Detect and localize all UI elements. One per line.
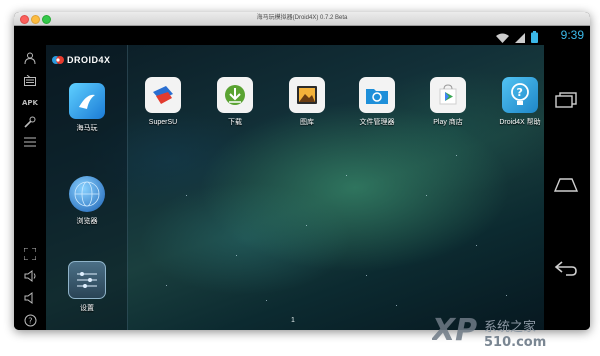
android-status-bar: 9:39 [14, 26, 590, 45]
volume-up-icon[interactable] [21, 267, 39, 285]
recent-apps-icon[interactable] [551, 89, 581, 111]
svg-text:?: ? [517, 86, 523, 99]
page-indicator: 1 [291, 317, 295, 324]
help-bulb-icon: ? [502, 77, 538, 113]
apk-install-icon[interactable]: APK [21, 93, 39, 111]
svg-text:APK: APK [22, 99, 38, 107]
status-clock: 9:39 [560, 28, 584, 42]
app-label: Droid4X 帮助 [499, 119, 541, 126]
shortcut-label: 浏览器 [76, 218, 98, 225]
window-titlebar: 海马玩模拟器(Droid4X) 0.7.2 Beta [14, 12, 590, 26]
shortcut-label: 设置 [80, 305, 94, 312]
app-file-manager[interactable]: 文件管理器 [347, 77, 407, 127]
browser-globe-icon [69, 176, 105, 212]
droid4x-logo-icon [52, 56, 64, 64]
app-play-store[interactable]: Play 商店 [418, 77, 478, 127]
svg-text:510.com: 510.com [484, 335, 546, 350]
download-arrow-icon [217, 77, 253, 113]
xp510-watermark-logo: XP 系统之家 510.com [432, 313, 546, 350]
app-droid4x-help[interactable]: ? Droid4X 帮助 [490, 77, 544, 127]
help-icon[interactable]: ? [21, 311, 39, 329]
app-supersu[interactable]: SuperSU [133, 77, 193, 127]
shortcut-browser[interactable]: 浏览器 [57, 176, 117, 226]
haimawan-app-icon [69, 83, 105, 119]
shortcut-label: 海马玩 [76, 125, 98, 132]
window-title: 海马玩模拟器(Droid4X) 0.7.2 Beta [256, 15, 348, 21]
brand-text: DROID4X [67, 55, 111, 65]
gallery-image-icon [289, 77, 325, 113]
supersu-icon [145, 77, 181, 113]
back-icon[interactable] [551, 257, 581, 279]
fullscreen-icon[interactable] [21, 245, 39, 263]
folder-icon [359, 77, 395, 113]
app-gallery[interactable]: 图库 [277, 77, 337, 127]
settings-sliders-icon [68, 261, 106, 299]
svg-text:?: ? [28, 316, 32, 325]
app-label: Play 商店 [433, 119, 463, 126]
android-home-screen: DROID4X 海马玩 浏览器 设置 SuperSU 下载 图库 文件管理器 P… [46, 45, 544, 330]
app-downloads[interactable]: 下载 [205, 77, 265, 127]
droid4x-logo: DROID4X [52, 54, 111, 66]
site-watermark: XP 系统之家 510.com [432, 310, 592, 352]
svg-text:系统之家: 系统之家 [484, 319, 536, 335]
keyboard-icon[interactable] [21, 71, 39, 89]
android-nav-bar [544, 45, 590, 330]
emulator-window: 海马玩模拟器(Droid4X) 0.7.2 Beta 9:39 APK ? DR… [14, 12, 590, 330]
tool-sidebar: APK ? [14, 45, 46, 330]
shortcut-settings[interactable]: 设置 [57, 261, 117, 313]
app-label: SuperSU [148, 119, 178, 126]
app-label: 图库 [300, 119, 314, 126]
svg-text:XP: XP [432, 313, 477, 348]
settings-wrench-icon[interactable] [21, 113, 39, 131]
volume-down-icon[interactable] [21, 289, 39, 307]
account-icon[interactable] [21, 49, 39, 67]
app-label: 文件管理器 [359, 119, 395, 126]
shortcut-panel: DROID4X 海马玩 浏览器 设置 [46, 45, 128, 330]
shortcut-haimawan[interactable]: 海马玩 [57, 83, 117, 133]
app-label: 下载 [228, 119, 242, 126]
menu-icon[interactable] [21, 133, 39, 151]
home-icon[interactable] [551, 174, 581, 196]
play-store-icon [430, 77, 466, 113]
